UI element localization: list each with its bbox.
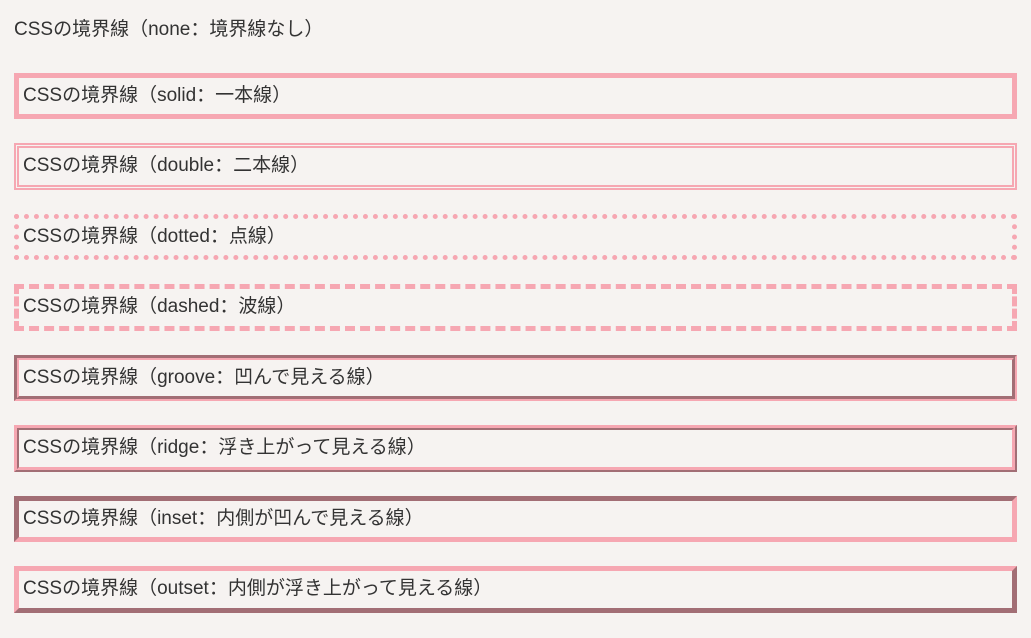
border-label: CSSの境界線（ridge：浮き上がって見える線） xyxy=(23,437,426,458)
border-example-groove: CSSの境界線（groove：凹んで見える線） xyxy=(14,355,1017,402)
border-label: CSSの境界線（solid：一本線） xyxy=(23,85,291,106)
border-example-inset: CSSの境界線（inset：内側が凹んで見える線） xyxy=(14,496,1017,543)
border-label: CSSの境界線（none：境界線なし） xyxy=(14,19,323,40)
border-example-dotted: CSSの境界線（dotted：点線） xyxy=(14,214,1017,261)
border-example-none: CSSの境界線（none：境界線なし） xyxy=(14,16,1017,45)
border-label: CSSの境界線（groove：凹んで見える線） xyxy=(23,367,385,388)
border-label: CSSの境界線（dashed：波線） xyxy=(23,296,295,317)
border-label: CSSの境界線（double：二本線） xyxy=(23,155,309,176)
border-example-dashed: CSSの境界線（dashed：波線） xyxy=(14,284,1017,331)
border-example-solid: CSSの境界線（solid：一本線） xyxy=(14,73,1017,120)
border-example-ridge: CSSの境界線（ridge：浮き上がって見える線） xyxy=(14,425,1017,472)
border-example-double: CSSの境界線（double：二本線） xyxy=(14,143,1017,190)
border-label: CSSの境界線（outset：内側が浮き上がって見える線） xyxy=(23,578,492,599)
border-example-outset: CSSの境界線（outset：内側が浮き上がって見える線） xyxy=(14,566,1017,613)
border-label: CSSの境界線（inset：内側が凹んで見える線） xyxy=(23,508,424,529)
border-label: CSSの境界線（dotted：点線） xyxy=(23,226,286,247)
